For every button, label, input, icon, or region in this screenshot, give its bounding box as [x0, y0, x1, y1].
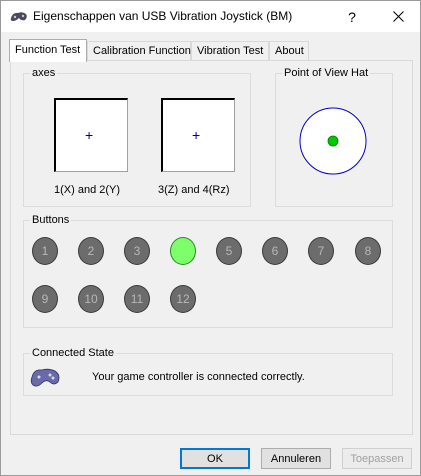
joystick-button-11: 11: [124, 285, 150, 313]
joystick-button-4: 4: [170, 237, 196, 265]
axis-label-xy: 1(X) and 2(Y): [54, 184, 121, 196]
tab-function-test[interactable]: Function Test: [9, 39, 87, 62]
connection-status-text: Your game controller is connected correc…: [92, 371, 305, 383]
joystick-button-10: 10: [78, 285, 104, 313]
axis-box-zrz: +: [161, 98, 235, 172]
joystick-button-8: 8: [355, 237, 381, 265]
axes-group-label: axes: [30, 67, 58, 79]
pov-center-dot: [327, 135, 339, 147]
help-button[interactable]: ?: [329, 1, 375, 32]
apply-button[interactable]: Toepassen: [342, 448, 412, 469]
axis-label-zrz: 3(Z) and 4(Rz): [158, 184, 230, 196]
axis-box-xy: +: [54, 98, 128, 172]
crosshair-zrz-icon: +: [192, 127, 201, 143]
joystick-button-1: 1: [32, 237, 58, 265]
pov-hat-group: Point of View Hat: [275, 67, 393, 207]
tab-calibration-function[interactable]: Calibration Function: [87, 41, 191, 61]
pov-hat-group-label: Point of View Hat: [282, 67, 371, 79]
joystick-button-5: 5: [216, 237, 242, 265]
crosshair-xy-icon: +: [85, 127, 94, 143]
pov-hat-indicator: [299, 107, 367, 175]
cancel-button[interactable]: Annuleren: [261, 448, 331, 469]
joystick-button-9: 9: [32, 285, 58, 313]
joystick-button-3: 3: [124, 237, 150, 265]
tab-vibration-test[interactable]: Vibration Test: [191, 41, 269, 61]
properties-window: Eigenschappen van USB Vibration Joystick…: [0, 0, 421, 476]
connected-state-group: Connected State Your game controller is …: [23, 347, 393, 396]
joystick-button-2: 2: [78, 237, 104, 265]
joystick-app-icon: [10, 12, 27, 21]
connected-state-group-label: Connected State: [30, 347, 116, 359]
window-title: Eigenschappen van USB Vibration Joystick…: [33, 9, 293, 23]
buttons-group-label: Buttons: [30, 214, 72, 226]
tab-about[interactable]: About: [269, 41, 309, 61]
title-bar: Eigenschappen van USB Vibration Joystick…: [1, 1, 420, 32]
close-icon: [392, 11, 404, 22]
joystick-button-7: 7: [308, 237, 334, 265]
axes-group: axes + 1(X) and 2(Y) + 3(Z) and 4(Rz): [23, 67, 251, 207]
gamepad-icon: [30, 368, 60, 387]
joystick-button-6: 6: [262, 237, 288, 265]
close-button[interactable]: [375, 1, 421, 32]
ok-button[interactable]: OK: [180, 448, 250, 469]
buttons-group: Buttons 1 2 3 4 5 6 7 8 9 10 11 12: [23, 214, 393, 328]
joystick-button-12: 12: [170, 285, 196, 313]
